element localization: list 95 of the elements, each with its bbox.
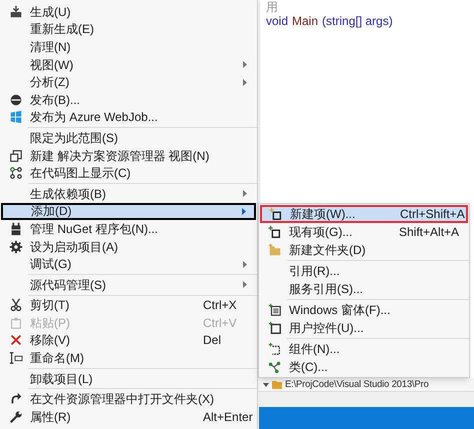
menu-item-label: 调试(G) xyxy=(30,256,72,272)
menu-item[interactable]: 调试(G) xyxy=(1,255,256,273)
close-icon xyxy=(9,333,23,348)
form-icon xyxy=(268,303,282,317)
clipboard-icon xyxy=(9,316,23,330)
menu-item-label: 卸载项目(L) xyxy=(30,370,94,387)
menu-item-label: 在代码图上显示(C) xyxy=(30,165,132,182)
shortcut-label: Ctrl+Shift+A xyxy=(400,206,465,223)
component-icon xyxy=(268,342,282,356)
menu-item[interactable]: 引用(R)... xyxy=(260,262,468,280)
menu-item[interactable]: 清理(N) xyxy=(1,38,256,56)
shortcut-label: Ctrl+V xyxy=(203,314,237,332)
menu-item[interactable]: Windows 窗体(F)... xyxy=(260,301,468,319)
menu-item-label: 发布为 Azure WebJob... xyxy=(30,109,159,126)
menu-item-label: 组件(N)... xyxy=(289,341,341,357)
menu-item[interactable]: 重命名(M) xyxy=(1,349,256,367)
menu-item-label: 属性(R) xyxy=(30,408,72,425)
menu-item-label: 设为启动项目(A) xyxy=(30,238,119,255)
menu-item[interactable]: 分析(Z) xyxy=(1,73,256,91)
menu-item-label: 引用(R)... xyxy=(289,263,341,279)
menu-item[interactable]: 卸载项目(L) xyxy=(1,370,256,388)
menu-item-label: 清理(N) xyxy=(30,38,72,55)
rename-icon xyxy=(9,351,23,366)
menu-item-label: 源代码管理(S) xyxy=(30,276,107,293)
menu-item-label: 生成依赖项(B) xyxy=(30,186,107,202)
menu-item[interactable]: 服务引用(S)... xyxy=(260,280,468,298)
menu-item[interactable]: 限定为此范围(S) xyxy=(1,129,256,147)
menu-item[interactable]: 添加(D) xyxy=(1,202,256,220)
folder-icon xyxy=(272,380,282,389)
menu-item[interactable]: 移除(V) Del xyxy=(1,332,256,350)
shortcut-label: Ctrl+X xyxy=(203,297,237,314)
menu-item[interactable]: 用户控件(U)... xyxy=(260,319,468,337)
menu-item-label: 移除(V) xyxy=(30,332,71,348)
user-control-icon xyxy=(268,321,282,335)
menu-item[interactable]: 生成(U) xyxy=(1,3,256,21)
menu-item-label: 限定为此范围(S) xyxy=(30,130,119,146)
menu-item-label: 重新生成(E) xyxy=(30,21,95,38)
code-token: Main xyxy=(292,14,318,28)
scissors-icon xyxy=(9,298,23,312)
menu-item-label: 类(C)... xyxy=(289,359,329,375)
menu-item-label: 粘贴(P) xyxy=(30,314,71,331)
menu-item[interactable]: 现有项(G)... Shift+Alt+A xyxy=(260,223,468,241)
menu-item[interactable]: 生成依赖项(B) xyxy=(1,184,256,203)
code-token: 用 xyxy=(266,0,278,14)
package-icon xyxy=(9,222,23,236)
menu-item[interactable]: 新建文件夹(D) xyxy=(260,241,468,259)
existing-item-icon xyxy=(268,225,282,239)
menu-item[interactable]: 视图(W) xyxy=(1,56,256,74)
menu-item-label: 服务引用(S)... xyxy=(289,281,364,297)
menu-item-label: 新建 解决方案资源管理器 视图(N) xyxy=(30,148,210,164)
build-icon xyxy=(9,4,23,19)
menu-item[interactable]: 新建项(W)... Ctrl+Shift+A xyxy=(260,205,468,223)
code-token: (string[] args) xyxy=(322,14,393,28)
menu-item[interactable]: 在文件资源管理器中打开文件夹(X) xyxy=(1,390,256,408)
menu-item-label: 用户控件(U)... xyxy=(289,320,365,336)
menu-item[interactable]: 设为启动项目(A) xyxy=(1,238,256,256)
gear-icon xyxy=(9,240,23,254)
menu-item[interactable]: 发布(B)... xyxy=(1,90,256,109)
shortcut-label: Del xyxy=(203,332,222,350)
menu-item[interactable]: 重新生成(E) xyxy=(1,20,256,38)
menu-item-label: 分析(Z) xyxy=(30,74,70,90)
menu-item-label: 管理 NuGet 程序包(N)... xyxy=(30,220,160,237)
window-icon xyxy=(9,148,23,163)
shortcut-label: Shift+Alt+A xyxy=(399,224,460,241)
class-icon xyxy=(268,360,282,374)
menu-item-label: 视图(W) xyxy=(30,56,74,73)
file-path: E:\ProjCode\Visual Studio 2013\Pro xyxy=(285,378,429,390)
menu-item-label: 发布(B)... xyxy=(30,92,81,108)
menu-item[interactable]: 组件(N)... xyxy=(260,340,468,358)
menu-item[interactable]: 新建 解决方案资源管理器 视图(N) xyxy=(1,146,256,164)
menu-item[interactable]: 管理 NuGet 程序包(N)... xyxy=(1,220,256,238)
menu-item-label: Windows 窗体(F)... xyxy=(289,302,392,318)
shortcut-label: Alt+Enter xyxy=(203,408,253,426)
menu-item[interactable]: 类(C)... xyxy=(260,358,468,376)
menu-item[interactable]: 发布为 Azure WebJob... xyxy=(1,108,256,126)
menu-item[interactable]: 剪切(T) Ctrl+X xyxy=(1,296,256,314)
menu-item-label: 重命名(M) xyxy=(30,350,85,366)
windows-logo-icon xyxy=(9,110,23,124)
diagram-icon xyxy=(9,166,23,180)
menu-item[interactable]: 在代码图上显示(C) xyxy=(1,164,256,182)
menu-item[interactable]: 属性(R) Alt+Enter xyxy=(1,408,256,426)
menu-item-label: 添加(D) xyxy=(31,203,73,220)
menu-item-label: 生成(U) xyxy=(30,4,72,20)
menu-item-label: 新建项(W)... xyxy=(290,206,356,222)
curved-arrow-icon xyxy=(9,392,23,406)
dropdown-arrow-icon[interactable] xyxy=(263,382,269,386)
menu-item-label: 新建文件夹(D) xyxy=(289,242,367,258)
code-token: void xyxy=(266,14,288,28)
menu-item-label: 在文件资源管理器中打开文件夹(X) xyxy=(30,391,214,408)
menu-item[interactable]: 源代码管理(S) xyxy=(1,276,256,294)
wrench-icon xyxy=(9,410,23,424)
folder-icon xyxy=(268,243,282,257)
new-item-icon xyxy=(269,207,283,221)
menu-item-label: 剪切(T) xyxy=(30,297,70,314)
menu-item-label: 现有项(G)... xyxy=(289,224,354,240)
